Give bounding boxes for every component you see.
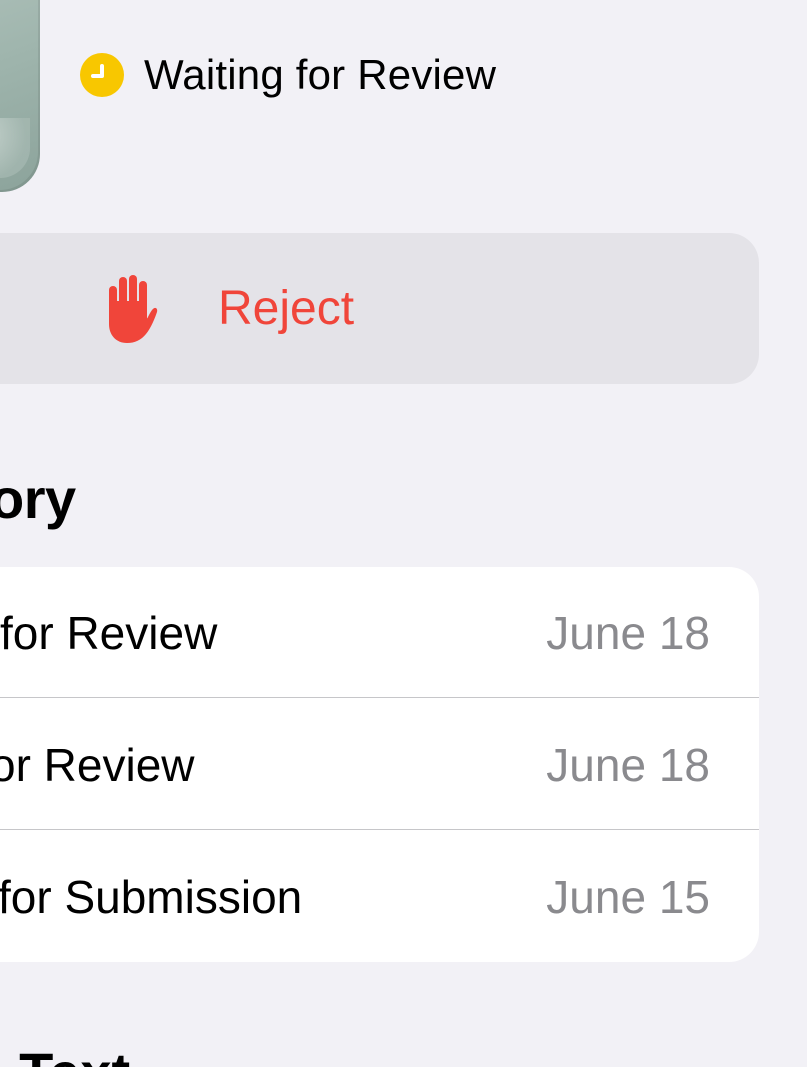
- hand-raised-icon: [109, 275, 158, 343]
- history-row-title: for Review: [0, 607, 218, 659]
- history-row[interactable]: or Review June 18: [0, 699, 759, 830]
- history-row-date: June 18: [546, 607, 710, 659]
- history-section-title: ory: [0, 467, 76, 530]
- history-row-date: June 18: [546, 739, 710, 791]
- reject-button[interactable]: Reject: [0, 233, 759, 384]
- history-row-title: or Review: [0, 739, 195, 791]
- app-icon: [0, 0, 40, 192]
- review-status: Waiting for Review: [80, 51, 497, 98]
- row-divider: [0, 829, 759, 830]
- history-row-title: for Submission: [0, 871, 303, 923]
- reject-label: Reject: [218, 282, 355, 335]
- bottom-section-title: l Text: [0, 1040, 130, 1067]
- clock-icon: [80, 53, 124, 97]
- status-text: Waiting for Review: [144, 51, 497, 98]
- history-row[interactable]: for Review June 18: [0, 567, 759, 698]
- history-row[interactable]: for Submission June 15: [0, 831, 759, 962]
- row-divider: [0, 697, 759, 698]
- history-list: for Review June 18 or Review June 18 for…: [0, 567, 759, 962]
- history-row-date: June 15: [546, 871, 710, 923]
- submission-detail-screen: Waiting for Review Reject ory for Review…: [0, 0, 807, 1067]
